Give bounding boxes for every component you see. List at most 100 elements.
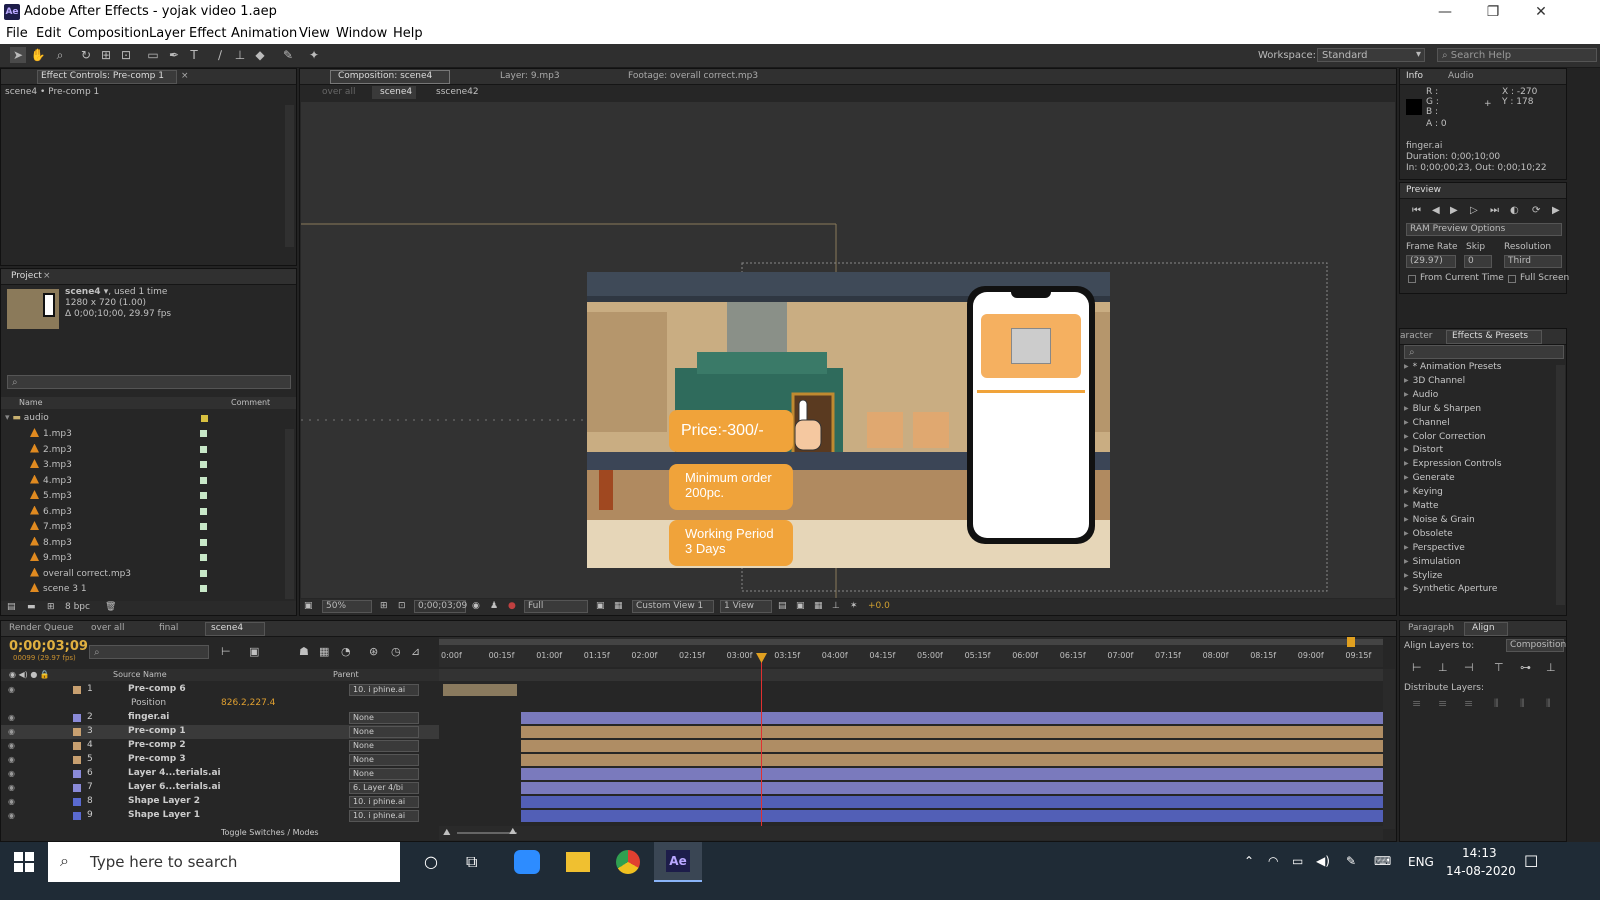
effects-category[interactable]: Synthetic Aperture — [1404, 584, 1498, 594]
layer-label-color[interactable] — [73, 756, 81, 764]
resolution-dropdown[interactable]: Full — [524, 600, 588, 613]
effects-category[interactable]: Expression Controls — [1404, 459, 1502, 469]
column-parent[interactable]: Parent — [333, 670, 359, 679]
pan-behind-tool-icon[interactable]: ⊡ — [118, 47, 134, 63]
layer-name[interactable]: Pre-comp 3 — [128, 754, 186, 764]
label-swatch[interactable] — [200, 507, 207, 515]
parent-dropdown[interactable]: 10. i phine.ai — [349, 684, 419, 696]
parent-dropdown[interactable]: None — [349, 712, 419, 724]
brainstorm-icon[interactable]: ⊛ — [369, 645, 378, 658]
clone-stamp-tool-icon[interactable]: ⊥ — [232, 47, 248, 63]
effects-category[interactable]: Stylize — [1404, 571, 1443, 581]
menu-window[interactable]: Window — [336, 26, 387, 41]
loop-icon[interactable]: ⟳ — [1532, 205, 1540, 216]
column-name[interactable]: Name — [19, 398, 43, 407]
layer-name[interactable]: Shape Layer 1 — [128, 810, 200, 820]
label-swatch[interactable] — [200, 585, 207, 592]
eraser-tool-icon[interactable]: ◆ — [252, 47, 268, 63]
effects-category[interactable]: Distort — [1404, 445, 1443, 455]
effects-scrollbar[interactable] — [1556, 365, 1565, 605]
layer-row[interactable]: ◉ 3 Pre-comp 1 None — [1, 725, 439, 739]
preview-tab[interactable]: Preview — [1406, 185, 1441, 195]
layer-duration-bar[interactable] — [521, 726, 1383, 738]
pen-tool-icon[interactable]: ✒ — [166, 47, 182, 63]
eye-icon[interactable]: ◉ — [8, 797, 15, 806]
composition-mini-flowchart-icon[interactable]: ⊢ — [221, 645, 231, 658]
full-screen-checkbox[interactable] — [1508, 275, 1516, 283]
chrome-icon[interactable] — [616, 850, 640, 874]
tab-over-all[interactable]: over all — [91, 623, 124, 633]
zoom-out-icon[interactable]: ⛰ — [443, 828, 451, 838]
ram-preview-options-dropdown[interactable]: RAM Preview Options — [1406, 223, 1562, 236]
grid-icon[interactable]: ⊞ — [380, 601, 388, 611]
label-swatch[interactable] — [200, 538, 207, 546]
layer-label-color[interactable] — [73, 784, 81, 792]
layer-label-color[interactable] — [73, 770, 81, 778]
distribute-center-icon[interactable]: ≡ — [1438, 697, 1447, 710]
transparency-grid-icon[interactable]: ▦ — [614, 601, 623, 611]
project-file-item[interactable]: 5.mp3 — [30, 490, 72, 501]
layer-name[interactable]: Layer 6...terials.ai — [128, 782, 221, 792]
project-file-item[interactable]: 2.mp3 — [30, 443, 72, 455]
position-property-row[interactable]: Position 826.2,227.4 — [1, 697, 439, 711]
parent-dropdown[interactable]: None — [349, 754, 419, 766]
interpret-footage-icon[interactable]: ▤ — [7, 602, 16, 612]
layer-name[interactable]: Pre-comp 1 — [128, 726, 186, 736]
distribute-hcenter-icon[interactable]: ⫴ — [1520, 697, 1525, 711]
cortana-icon[interactable]: ○ — [424, 852, 438, 871]
layer-name[interactable]: Pre-comp 2 — [128, 740, 186, 750]
camera-tool-icon[interactable]: ⊞ — [98, 47, 114, 63]
pen-workspace-icon[interactable]: ✎ — [1346, 854, 1356, 868]
project-file-item[interactable]: scene 3 1 — [30, 583, 87, 594]
effects-category[interactable]: * Animation Presets — [1404, 362, 1502, 372]
effect-controls-scrollbar[interactable] — [285, 105, 294, 247]
menu-layer[interactable]: Layer — [149, 26, 185, 41]
play-icon[interactable]: ▶ — [1450, 205, 1458, 216]
layer-name[interactable]: Layer 4...terials.ai — [128, 768, 221, 778]
rotation-tool-icon[interactable]: ↻ — [78, 47, 94, 63]
search-help-input[interactable]: ⌕ Search Help — [1437, 48, 1597, 62]
work-area-bar[interactable] — [439, 639, 1383, 645]
layer-row[interactable]: ◉ 2 finger.ai None — [1, 711, 439, 725]
eye-icon[interactable]: ◉ — [8, 755, 15, 764]
effects-category[interactable]: Obsolete — [1404, 529, 1453, 539]
layer-duration-bar[interactable] — [521, 796, 1383, 808]
auto-keyframe-icon[interactable]: ◷ — [391, 645, 401, 658]
column-comment[interactable]: Comment — [231, 398, 270, 407]
channels-icon[interactable]: ● — [508, 601, 516, 611]
effects-category[interactable]: Keying — [1404, 487, 1443, 497]
layer-name[interactable]: finger.ai — [128, 712, 169, 722]
parent-dropdown[interactable]: None — [349, 768, 419, 780]
eye-icon[interactable]: ◉ — [8, 685, 15, 694]
camera-snapshot-icon[interactable]: ◉ — [472, 601, 480, 611]
layer-duration-bar[interactable] — [443, 684, 517, 696]
breadcrumb-scene4[interactable]: scene4 — [380, 87, 412, 97]
label-swatch[interactable] — [201, 415, 208, 422]
effects-presets-tab[interactable]: Effects & Presets — [1452, 331, 1528, 341]
selection-tool-icon[interactable]: ➤ — [10, 47, 26, 63]
layer-row[interactable]: ◉ 9 Shape Layer 1 10. i phine.ai — [1, 809, 439, 823]
align-bottom-icon[interactable]: ⊥ — [1546, 661, 1556, 674]
menu-effect[interactable]: Effect — [189, 26, 226, 41]
breadcrumb-over-all[interactable]: over all — [322, 87, 355, 97]
rectangle-tool-icon[interactable]: ▭ — [145, 47, 161, 63]
eye-icon[interactable]: ◉ — [8, 783, 15, 792]
project-file-item[interactable]: 1.mp3 — [30, 428, 72, 439]
next-frame-icon[interactable]: ▷ — [1470, 205, 1478, 216]
label-swatch[interactable] — [200, 554, 207, 561]
brush-tool-icon[interactable]: ∕ — [212, 47, 228, 63]
project-tab[interactable]: Project — [11, 271, 42, 281]
label-swatch[interactable] — [200, 476, 207, 484]
layer-label-color[interactable] — [73, 714, 81, 722]
mute-audio-icon[interactable]: ◐ — [1510, 205, 1519, 216]
zoom-app-icon[interactable] — [514, 850, 540, 874]
effects-category[interactable]: 3D Channel — [1404, 376, 1465, 386]
taskbar-search-box[interactable]: ⌕ Type here to search — [48, 842, 400, 882]
project-file-item[interactable]: 9.mp3 — [30, 552, 72, 563]
breadcrumb-sscene42[interactable]: sscene42 — [436, 87, 479, 97]
roto-brush-tool-icon[interactable]: ✎ — [280, 47, 296, 63]
layer-duration-bar[interactable] — [521, 754, 1383, 766]
close-icon[interactable]: × — [43, 271, 51, 281]
frame-blending-icon[interactable]: ▦ — [319, 645, 329, 658]
effects-category[interactable]: Channel — [1404, 418, 1450, 428]
